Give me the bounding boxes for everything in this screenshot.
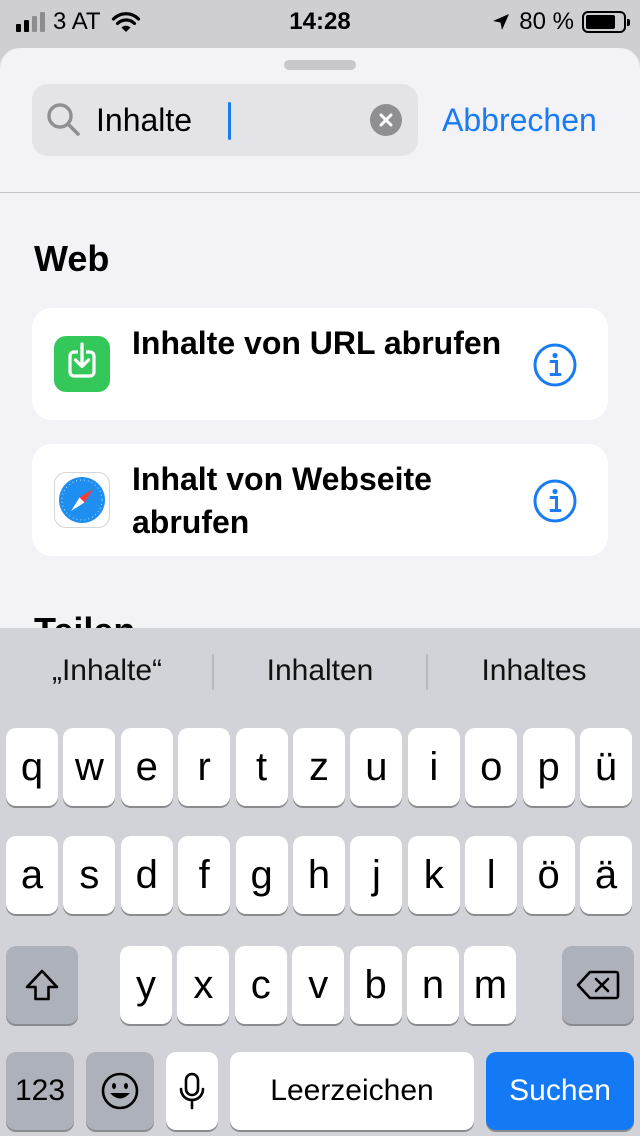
search-return-key[interactable]: Suchen: [486, 1052, 634, 1130]
key-j[interactable]: j: [350, 836, 403, 914]
key-p[interactable]: p: [522, 728, 575, 806]
suggestion-item[interactable]: Inhalten: [214, 654, 426, 688]
status-bar: 3 AT 14:28 80 %: [0, 0, 640, 42]
key-t[interactable]: t: [235, 728, 288, 806]
key-i[interactable]: i: [407, 728, 460, 806]
backspace-icon: [576, 970, 620, 1000]
key-c[interactable]: c: [234, 946, 287, 1024]
key-o[interactable]: o: [465, 728, 518, 806]
key-y[interactable]: y: [120, 946, 172, 1024]
microphone-icon: [179, 1072, 205, 1110]
header-divider: [0, 192, 640, 193]
action-label: Inhalt von Webseite abrufen: [132, 461, 432, 540]
battery-level: [586, 15, 615, 29]
key-ü[interactable]: ü: [580, 728, 632, 806]
key-l[interactable]: l: [465, 836, 518, 914]
search-input[interactable]: [96, 84, 376, 156]
key-m[interactable]: m: [464, 946, 517, 1024]
numbers-key[interactable]: 123: [6, 1052, 74, 1130]
key-u[interactable]: u: [350, 728, 403, 806]
search-row: Abbrechen: [32, 84, 608, 156]
info-icon[interactable]: [532, 478, 578, 524]
suggestion-item[interactable]: „Inhalte“: [0, 654, 214, 688]
info-icon[interactable]: [532, 342, 578, 388]
dictation-key[interactable]: [166, 1052, 218, 1130]
search-icon: [47, 103, 80, 136]
shift-key[interactable]: [6, 946, 78, 1024]
key-w[interactable]: w: [63, 728, 116, 806]
key-ä[interactable]: ä: [580, 836, 632, 914]
space-key[interactable]: Leerzeichen: [230, 1052, 474, 1130]
suggestion-bar: „Inhalte“ Inhalten Inhaltes: [0, 628, 640, 716]
search-field[interactable]: [32, 84, 418, 156]
shift-arrow-icon: [25, 969, 59, 1001]
key-ö[interactable]: ö: [522, 836, 575, 914]
download-icon: [54, 336, 110, 392]
emoji-key[interactable]: [86, 1052, 154, 1130]
action-get-contents-of-url[interactable]: Inhalte von URL abrufen: [32, 308, 608, 420]
clear-x-icon: [379, 113, 393, 127]
key-d[interactable]: d: [120, 836, 173, 914]
key-a[interactable]: a: [6, 836, 58, 914]
location-arrow-icon: [493, 14, 510, 30]
key-r[interactable]: r: [178, 728, 231, 806]
key-s[interactable]: s: [63, 836, 116, 914]
status-right: 80 %: [491, 8, 630, 36]
emoji-face-icon: [101, 1072, 139, 1110]
key-b[interactable]: b: [349, 946, 402, 1024]
key-f[interactable]: f: [178, 836, 231, 914]
key-q[interactable]: q: [6, 728, 58, 806]
action-label: Inhalte von URL abrufen: [132, 325, 502, 361]
key-h[interactable]: h: [293, 836, 345, 914]
cancel-button[interactable]: Abbrechen: [442, 102, 597, 139]
text-cursor: [228, 102, 231, 140]
action-get-webpage-contents[interactable]: Inhalt von Webseite abrufen: [32, 444, 608, 556]
key-n[interactable]: n: [407, 946, 459, 1024]
battery-icon: [582, 11, 630, 33]
key-e[interactable]: e: [120, 728, 173, 806]
battery-percent: 80 %: [519, 8, 574, 35]
key-v[interactable]: v: [292, 946, 345, 1024]
section-title-web: Web: [34, 238, 110, 279]
delete-key[interactable]: [562, 946, 634, 1024]
suggestion-item[interactable]: Inhaltes: [428, 654, 640, 688]
sheet-grabber[interactable]: [284, 60, 356, 70]
key-x[interactable]: x: [177, 946, 230, 1024]
key-g[interactable]: g: [235, 836, 288, 914]
keyboard: „Inhalte“ Inhalten Inhaltes qwertzuiopü …: [0, 628, 640, 1136]
clear-search-button[interactable]: [370, 104, 402, 136]
safari-compass-icon: [54, 472, 110, 528]
key-z[interactable]: z: [293, 728, 345, 806]
key-k[interactable]: k: [407, 836, 460, 914]
